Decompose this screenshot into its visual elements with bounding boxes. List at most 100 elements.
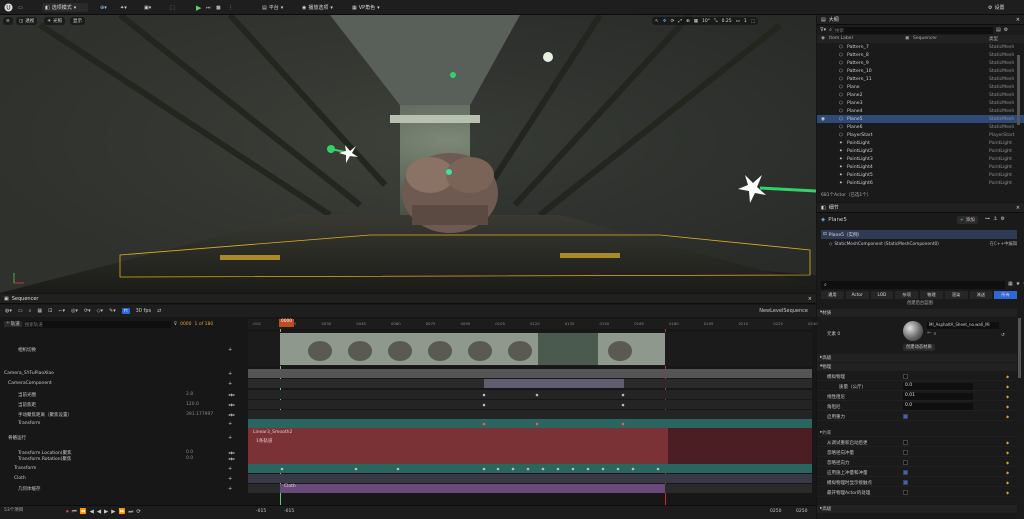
keyframe[interactable] [396,467,400,471]
show-button[interactable]: 显示 [70,17,85,25]
eye-icon[interactable]: ◉ [821,117,825,122]
sequence-name[interactable]: NewLevelSequence [759,308,808,314]
material-thumbnail[interactable] [903,321,923,341]
outliner-row[interactable]: ⬡ Plane3 StaticMesh [817,99,1024,107]
platform-dropdown[interactable]: ▤ 平台 ▾ [262,3,283,12]
material-dropdown[interactable]: MI_AsphaltA_Sheet_no.wall_Mi [927,322,999,329]
track-row[interactable]: Cloth + [0,474,246,483]
details-scrollbar[interactable] [1018,318,1021,378]
film-icon[interactable]: ▦ [37,308,42,314]
grid-icon[interactable]: ▦ [1008,281,1013,287]
filter-icon[interactable]: ⊽▾ [820,27,826,33]
keyframe[interactable] [656,467,660,471]
blueprint-icon[interactable]: ⊶ [985,216,990,222]
add-icon[interactable]: + [228,476,232,482]
edit-icon[interactable]: ✎▾ [109,308,116,314]
track-row[interactable]: Transform.Rotation(聚焦 0.0 ◂◆▸ [0,454,246,463]
details-tab[interactable]: LOD [870,291,894,299]
outliner-row[interactable]: ⬡ Pattern_11 StaticMesh [817,75,1024,83]
flag-checkbox[interactable] [903,470,908,475]
maximize-icon[interactable]: ⬚ [751,19,755,24]
keyframe[interactable] [535,393,539,397]
track-value[interactable]: 0.0 [186,456,193,461]
track-value[interactable]: 120.0 [186,402,199,407]
keyframe-add-icon[interactable]: ◆ [1006,394,1009,399]
track-row[interactable]: 手动聚焦距离（聚焦设置） 391.177997 ◂◆▸ [0,410,246,419]
add-icon[interactable]: + [228,435,232,441]
property-checkbox[interactable] [903,374,908,379]
loop-icon[interactable]: ⟳ [136,509,141,516]
track-row[interactable]: CameraComponent + [0,379,246,388]
add-icon[interactable]: ▤ [996,27,1001,33]
keyframe-icon[interactable]: ◇▾ [97,308,103,314]
add-icon[interactable]: + [228,371,232,377]
key-nav-icon[interactable]: ◂◆▸ [228,402,235,407]
outliner-row[interactable]: ✦ PointLight PointLight [817,139,1024,147]
play-mode-dropdown[interactable]: ◉ 播放选项 ▾ [302,3,333,12]
outliner-row[interactable]: ⬡ Plane StaticMesh [817,83,1024,91]
track-row[interactable]: 骨骼运行 + [0,433,246,442]
details-search-input[interactable]: ⌕ [821,281,1005,289]
jump-end-icon[interactable]: ⏭ [128,509,133,516]
play-button[interactable]: ▶ [196,3,201,12]
instance-row[interactable]: ⊡ Plane5（实例） [821,230,1017,239]
scale-snap-icon[interactable]: ⤡ [714,18,718,24]
outliner-row[interactable]: ✦ PointLight2 PointLight [817,147,1024,155]
render-icon[interactable]: ⊡ [48,308,52,314]
keyframe[interactable] [601,467,605,471]
snap-angle-label[interactable]: 10° [702,19,710,24]
link-icon[interactable]: ⚓ [993,216,997,222]
details-tab[interactable]: 物理 [920,291,943,299]
save-icon[interactable]: ▭ [18,5,23,11]
lit-button[interactable]: ☀ 光照 [44,17,66,25]
filter-icon[interactable]: ⊽ [174,322,177,327]
reset-icon[interactable]: ↺ [1001,333,1005,338]
keyframe-add-icon[interactable]: ◆ [1006,450,1009,455]
col-sequencer[interactable]: Sequencer [913,36,937,41]
flag-checkbox[interactable] [903,490,908,495]
unreal-logo-icon[interactable]: U [4,3,13,12]
move-icon[interactable]: ✥ [663,19,667,24]
outliner-row[interactable]: ⬡ PlayerStart PlayerStart [817,131,1024,139]
section-effects[interactable]: ▸ 高级 [817,354,1017,362]
browse-icon[interactable]: ⌕ [934,331,937,337]
flag-checkbox[interactable] [903,460,908,465]
scale-icon[interactable]: ⤢ [678,18,682,24]
build-button[interactable]: ⬚ [170,3,175,12]
keyframe[interactable] [280,467,284,471]
flag-checkbox[interactable] [903,440,908,445]
key-nav-icon[interactable]: ◂◆▸ [228,456,235,461]
property-value-input[interactable]: 0.01 [903,393,973,400]
step-back-icon[interactable]: ◀ [90,509,94,516]
perspective-button[interactable]: ◫ 透视 [16,17,38,25]
skip-button[interactable]: ⏭ [206,3,211,12]
search-icon[interactable]: ⌕ [29,308,32,314]
add-component-button[interactable]: + 添加 [957,216,978,224]
track-row[interactable]: 相机切换 + [0,345,246,354]
select-icon[interactable]: ↖ [655,19,659,24]
keyframe[interactable] [482,422,486,426]
add-track-button[interactable]: + 轨道 [4,321,22,327]
track-search-input[interactable] [24,320,171,328]
keyframe-add-icon[interactable]: ◆ [1006,480,1009,485]
keyframe[interactable] [354,467,358,471]
outliner-row[interactable]: ✦ PointLight6 PointLight [817,179,1024,187]
add-icon[interactable]: + [228,381,232,387]
play-options-icon[interactable]: ⋮ [228,3,233,12]
keyframe[interactable] [571,467,575,471]
keyframe-add-icon[interactable]: ◆ [1006,440,1009,445]
keyframe[interactable] [586,467,590,471]
world-icon[interactable]: ⊕ [686,19,690,24]
outliner-row[interactable]: ⬡ Pattern_8 StaticMesh [817,51,1024,59]
keyframe-add-icon[interactable]: ◆ [1006,414,1009,419]
section-constraints[interactable]: ▸ 约束 [817,429,1017,437]
record-icon[interactable]: ⏺ [66,509,69,516]
col-type[interactable]: 类型 [989,36,998,42]
close-icon[interactable]: × [1016,17,1020,23]
keyframe[interactable] [616,467,620,471]
keyframe-add-icon[interactable]: ◆ [1006,384,1009,389]
viewport-options-button[interactable]: ≡ [3,17,13,25]
outliner-row[interactable]: ⬡ Plane6 StaticMesh [817,123,1024,131]
level-viewport[interactable] [0,15,816,293]
keyframe-add-icon[interactable]: ◆ [1006,470,1009,475]
